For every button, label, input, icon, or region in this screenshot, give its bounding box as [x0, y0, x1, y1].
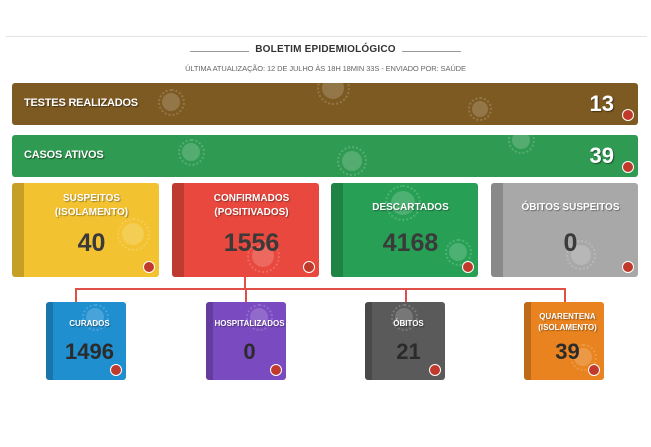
suspects-value: 40: [77, 229, 106, 257]
suspects-label: SUSPEITOS (ISOLAMENTO): [54, 193, 129, 218]
last-update-text: ÚLTIMA ATUALIZAÇÃO: 12 DE JULHO ÀS 18H 1…: [185, 64, 466, 73]
tree-branch-cured: [75, 288, 77, 302]
info-badge-icon[interactable]: [429, 364, 441, 376]
cured-value: 1496: [65, 339, 114, 364]
confirmed-card: CONFIRMADOS (POSITIVADOS) 1556: [172, 183, 319, 277]
info-badge-icon[interactable]: [622, 261, 634, 273]
info-badge-icon[interactable]: [622, 109, 634, 121]
discarded-label: DESCARTADOS: [372, 202, 449, 213]
tree-branch-hospitalized: [245, 288, 247, 302]
tests-value: 13: [589, 91, 614, 116]
info-badge-icon[interactable]: [462, 261, 474, 273]
info-badge-icon[interactable]: [622, 161, 634, 173]
tree-branch-deaths: [405, 288, 407, 302]
page-title: BOLETIM EPIDEMIOLÓGICO: [0, 44, 651, 55]
top-divider: [6, 36, 647, 37]
quarantine-value: 39: [555, 339, 580, 364]
suspects-card: SUSPEITOS (ISOLAMENTO) 40: [12, 183, 159, 277]
cured-label: CURADOS: [69, 319, 110, 328]
tests-label: TESTES REALIZADOS: [24, 97, 138, 109]
tests-performed-bar: TESTES REALIZADOS 13: [12, 83, 638, 125]
hospitalized-card: HOSPITALIZADOS 0: [206, 302, 286, 380]
deaths-card: ÓBITOS 21: [365, 302, 445, 380]
confirmed-label: CONFIRMADOS (POSITIVADOS): [213, 193, 290, 218]
deaths-value: 21: [396, 339, 421, 364]
header: BOLETIM EPIDEMIOLÓGICO: [0, 44, 651, 58]
hospitalized-label: HOSPITALIZADOS: [214, 319, 285, 328]
quarantine-card: QUARENTENA (ISOLAMENTO) 39: [524, 302, 604, 380]
discarded-card: DESCARTADOS 4168: [331, 183, 478, 277]
active-cases-value: 39: [589, 143, 614, 168]
info-badge-icon[interactable]: [270, 364, 282, 376]
tree-horizontal: [75, 288, 566, 290]
tree-branch-quarantine: [564, 288, 566, 302]
deaths-label: ÓBITOS: [393, 319, 424, 328]
info-badge-icon[interactable]: [588, 364, 600, 376]
hospitalized-value: 0: [243, 339, 256, 364]
info-badge-icon[interactable]: [303, 261, 315, 273]
quarantine-label: QUARENTENA (ISOLAMENTO): [538, 312, 597, 332]
active-cases-label: CASOS ATIVOS: [24, 149, 104, 161]
suspect-deaths-card: ÓBITOS SUSPEITOS 0: [491, 183, 638, 277]
cured-card: CURADOS 1496: [46, 302, 126, 380]
active-cases-bar: CASOS ATIVOS 39: [12, 135, 638, 177]
suspect-deaths-value: 0: [563, 229, 578, 257]
confirmed-value: 1556: [223, 229, 280, 257]
suspect-deaths-label: ÓBITOS SUSPEITOS: [521, 202, 620, 213]
info-badge-icon[interactable]: [143, 261, 155, 273]
discarded-value: 4168: [382, 229, 439, 257]
info-badge-icon[interactable]: [110, 364, 122, 376]
